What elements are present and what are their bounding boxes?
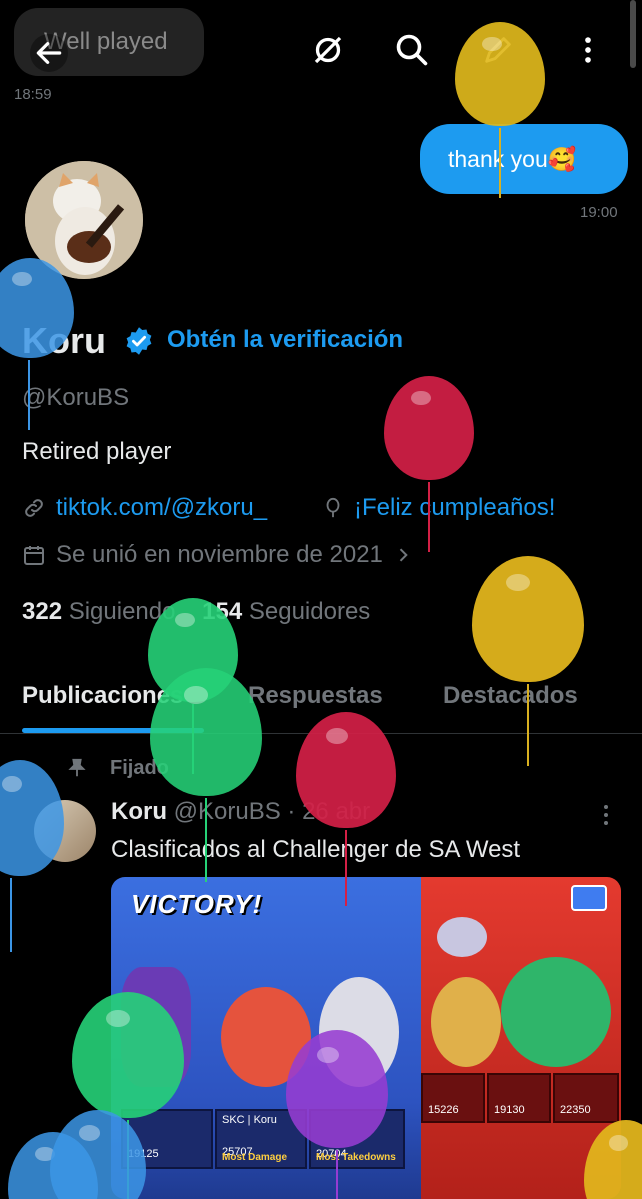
arrow-left-icon (36, 42, 62, 64)
search-button[interactable] (392, 30, 432, 70)
verified-badge-icon (124, 326, 154, 356)
balloon (296, 712, 396, 828)
player-score-card: 22350 (553, 1073, 619, 1123)
balloon (455, 22, 545, 126)
chevron-right-icon (399, 548, 408, 562)
post-more-button[interactable] (596, 800, 616, 830)
balloon (150, 668, 262, 796)
joined-row[interactable]: Se unió en noviembre de 2021 (22, 541, 413, 569)
birthday-text[interactable]: ¡Feliz cumpleaños! (354, 494, 555, 522)
tab-highlights[interactable]: Destacados (443, 682, 578, 710)
brawler-figure (431, 977, 501, 1067)
link-off-button[interactable] (308, 30, 348, 70)
website-row[interactable]: tiktok.com/@zkoru_ (22, 494, 267, 522)
profile-bio: Retired player (22, 438, 172, 465)
cloud-figure (437, 917, 487, 957)
more-options-button[interactable] (568, 30, 608, 70)
switch-view-icon (571, 885, 607, 911)
outgoing-message-text: thank you🥰 (448, 145, 577, 172)
tab-replies[interactable]: Respuestas (248, 682, 383, 710)
incoming-message-time: 18:59 (14, 86, 52, 103)
balloon-string (10, 878, 12, 952)
balloon-string (345, 830, 347, 906)
back-button[interactable] (30, 34, 68, 72)
balloon-string (205, 798, 207, 882)
player-score: 19130 (494, 1104, 525, 1116)
balloon-string (499, 128, 501, 198)
more-vertical-icon (585, 37, 591, 63)
balloon-string (428, 482, 430, 552)
link-icon (25, 499, 43, 517)
balloon-string (28, 360, 30, 430)
search-icon (396, 34, 428, 66)
outgoing-message-time: 19:00 (580, 204, 618, 221)
player-name: SKC | Koru (222, 1114, 277, 1126)
balloon (286, 1030, 388, 1148)
player-score-card: 15226 (421, 1073, 485, 1123)
player-score-card: 19130 (487, 1073, 551, 1123)
balloon (384, 376, 474, 480)
balloon (72, 992, 184, 1118)
post-text: Clasificados al Challenger de SA West (111, 836, 521, 863)
scrollbar[interactable] (630, 0, 636, 68)
player-score: 15226 (428, 1104, 459, 1116)
post-author[interactable]: Koru (111, 798, 167, 825)
link-off-icon (314, 36, 342, 64)
more-vertical-icon (604, 805, 608, 825)
calendar-icon (24, 546, 44, 565)
following-count[interactable]: 322 (22, 598, 62, 625)
joined-text: Se unió en noviembre de 2021 (56, 541, 383, 568)
balloon-icon (326, 497, 340, 518)
balloon-string (336, 1150, 338, 1199)
pin-icon (68, 758, 86, 777)
profile-handle: @KoruBS (22, 384, 130, 411)
stat-label: Most Damage (222, 1152, 288, 1163)
balloon-string (527, 684, 529, 766)
stat-label: Most Takedowns (316, 1152, 396, 1163)
outgoing-message-bubble: thank you🥰 (420, 124, 628, 194)
followers-label[interactable]: Seguidores (249, 598, 370, 625)
get-verified-link[interactable]: Obtén la verificación (167, 326, 403, 354)
balloon (472, 556, 584, 682)
victory-title: VICTORY! (131, 889, 263, 919)
player-score: 22350 (560, 1104, 591, 1116)
brawler-figure (501, 957, 611, 1067)
website-link[interactable]: tiktok.com/@zkoru_ (56, 494, 267, 522)
post-media-image[interactable]: VICTORY! 19125 SKC | Koru 25707 Most Dam… (111, 877, 621, 1199)
birthday-row: ¡Feliz cumpleaños! (322, 494, 555, 522)
